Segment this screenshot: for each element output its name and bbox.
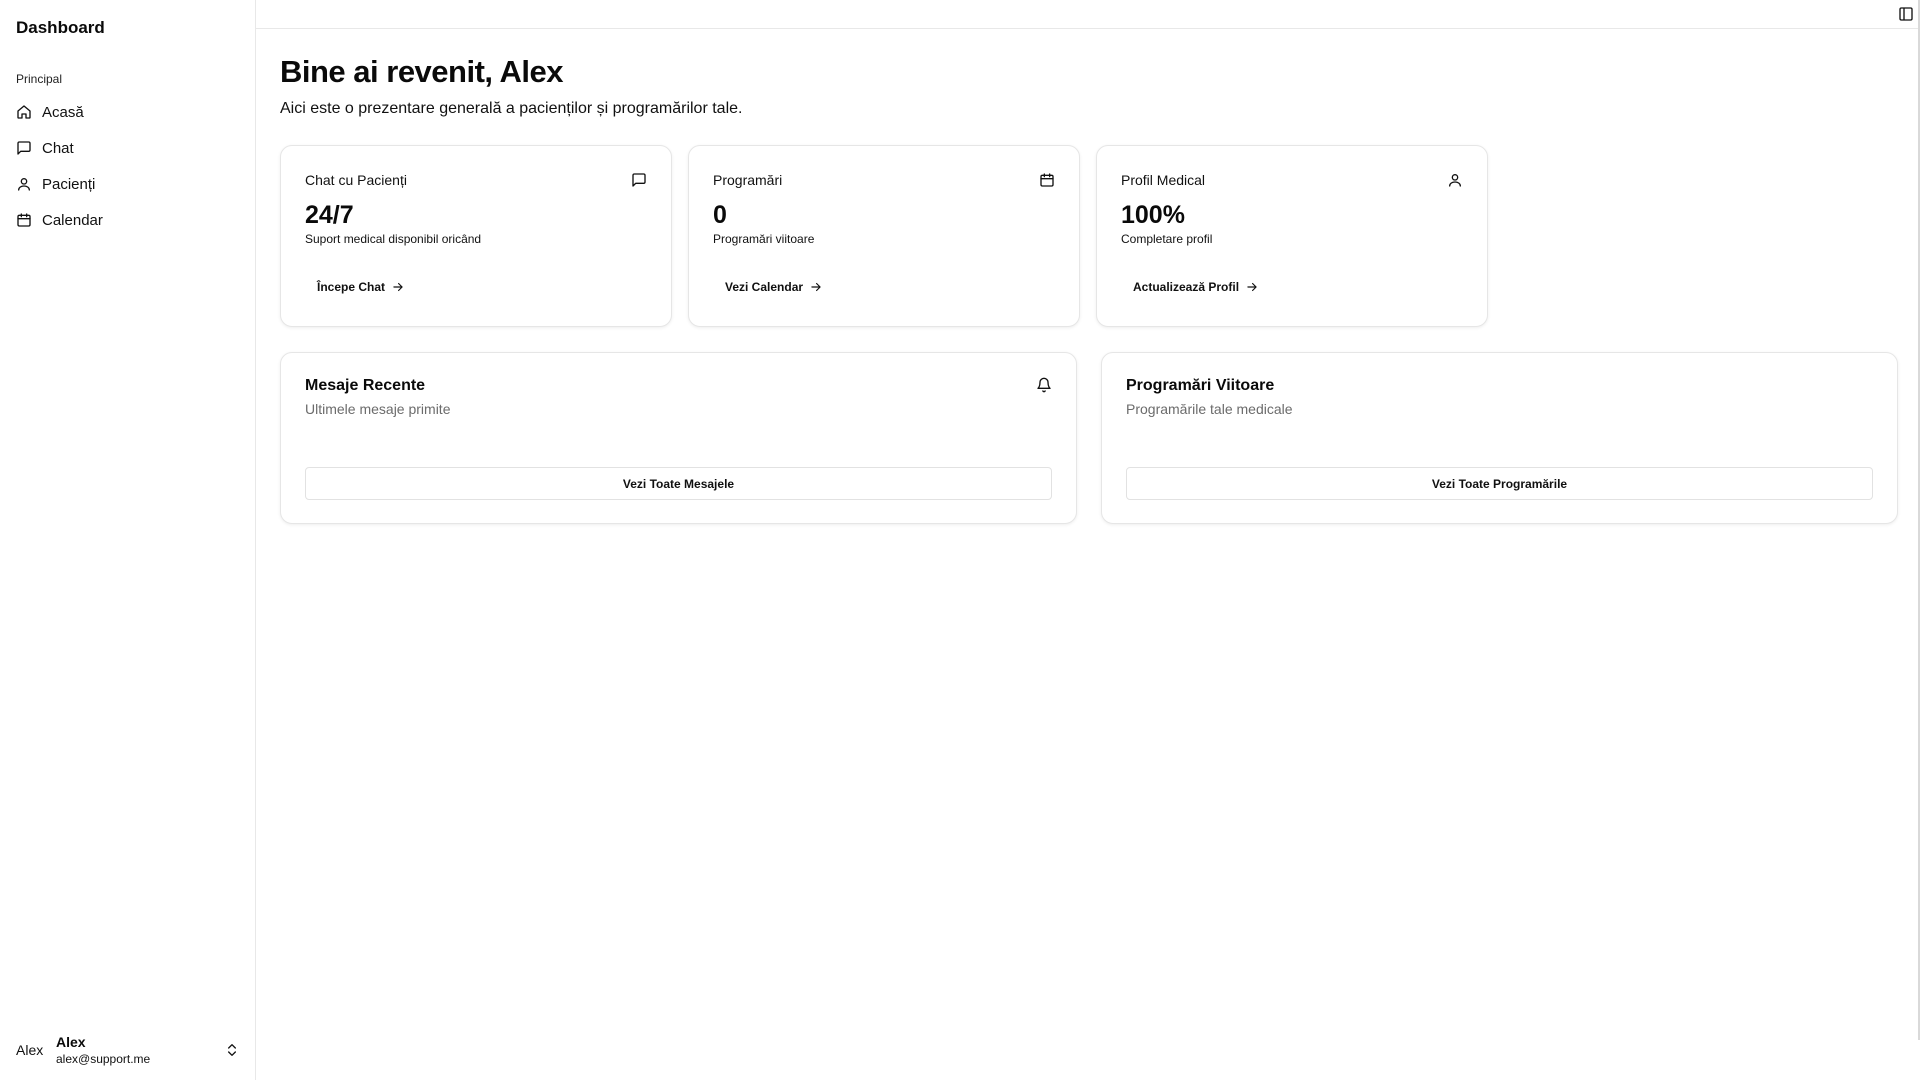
button-label: Vezi Calendar <box>725 280 804 294</box>
card-value: 24/7 <box>305 201 354 229</box>
sidebar: Dashboard Principal Acasă Chat Pacienți … <box>0 0 256 1080</box>
user-icon <box>16 176 32 192</box>
message-icon <box>16 140 32 156</box>
calendar-icon <box>1039 172 1055 188</box>
card-value: 0 <box>713 201 727 229</box>
arrow-right-icon <box>809 280 823 294</box>
sidebar-nav: Acasă Chat Pacienți Calendar <box>8 94 248 238</box>
topbar <box>256 0 1920 29</box>
card-title: Programări Viitoare <box>1126 377 1275 394</box>
start-chat-button[interactable]: Începe Chat <box>305 272 417 302</box>
sidebar-brand[interactable]: Dashboard <box>16 18 105 38</box>
profile-stat-card: Profil Medical 100% Completare profil Ac… <box>1096 145 1488 327</box>
user-email: alex@support.me <box>56 1052 151 1066</box>
sidebar-item-calendar[interactable]: Calendar <box>8 202 248 238</box>
sidebar-toggle-icon[interactable] <box>1898 6 1914 22</box>
card-label: Chat cu Pacienți <box>305 172 407 188</box>
view-all-messages-button[interactable]: Vezi Toate Mesajele <box>305 467 1052 500</box>
card-subtitle: Ultimele mesaje primite <box>305 401 451 417</box>
arrow-right-icon <box>1245 280 1259 294</box>
appointments-stat-card: Programări 0 Programări viitoare Vezi Ca… <box>688 145 1080 327</box>
upcoming-appointments-card: Programări Viitoare Programările tale me… <box>1101 352 1898 524</box>
sidebar-item-label: Chat <box>42 139 74 157</box>
sidebar-item-label: Pacienți <box>42 175 96 193</box>
button-label: Actualizează Profil <box>1133 280 1240 294</box>
sidebar-group-label: Principal <box>16 72 63 86</box>
sidebar-item-acasa[interactable]: Acasă <box>8 94 248 130</box>
user-info: Alex alex@support.me <box>56 1034 150 1066</box>
message-icon <box>631 172 647 188</box>
update-profile-button[interactable]: Actualizează Profil <box>1121 272 1271 302</box>
page-title: Bine ai revenit, Alex <box>280 54 563 89</box>
calendar-icon <box>16 212 32 228</box>
card-description: Suport medical disponibil oricând <box>305 232 482 246</box>
chevrons-up-down-icon <box>224 1042 240 1058</box>
sidebar-item-chat[interactable]: Chat <box>8 130 248 166</box>
card-label: Programări <box>713 172 783 188</box>
page-subtitle: Aici este o prezentare generală a pacien… <box>280 100 743 117</box>
bell-icon <box>1036 377 1052 393</box>
avatar: Alex <box>16 1042 44 1058</box>
card-title: Mesaje Recente <box>305 377 426 394</box>
arrow-right-icon <box>391 280 405 294</box>
user-icon <box>1447 172 1463 188</box>
user-menu[interactable]: Alex Alex alex@support.me <box>8 1028 248 1072</box>
card-value: 100% <box>1121 201 1185 229</box>
sidebar-item-label: Calendar <box>42 211 103 229</box>
button-label: Începe Chat <box>317 280 386 294</box>
view-all-appointments-button[interactable]: Vezi Toate Programările <box>1126 467 1873 500</box>
card-description: Programări viitoare <box>713 232 815 246</box>
recent-messages-card: Mesaje Recente Ultimele mesaje primite V… <box>280 352 1077 524</box>
sidebar-item-pacienti[interactable]: Pacienți <box>8 166 248 202</box>
card-description: Completare profil <box>1121 232 1213 246</box>
home-icon <box>16 104 32 120</box>
card-subtitle: Programările tale medicale <box>1126 401 1293 417</box>
chat-stat-card: Chat cu Pacienți 24/7 Suport medical dis… <box>280 145 672 327</box>
view-calendar-button[interactable]: Vezi Calendar <box>713 272 835 302</box>
user-name: Alex <box>56 1034 86 1050</box>
sidebar-item-label: Acasă <box>42 103 84 121</box>
card-label: Profil Medical <box>1121 172 1206 188</box>
